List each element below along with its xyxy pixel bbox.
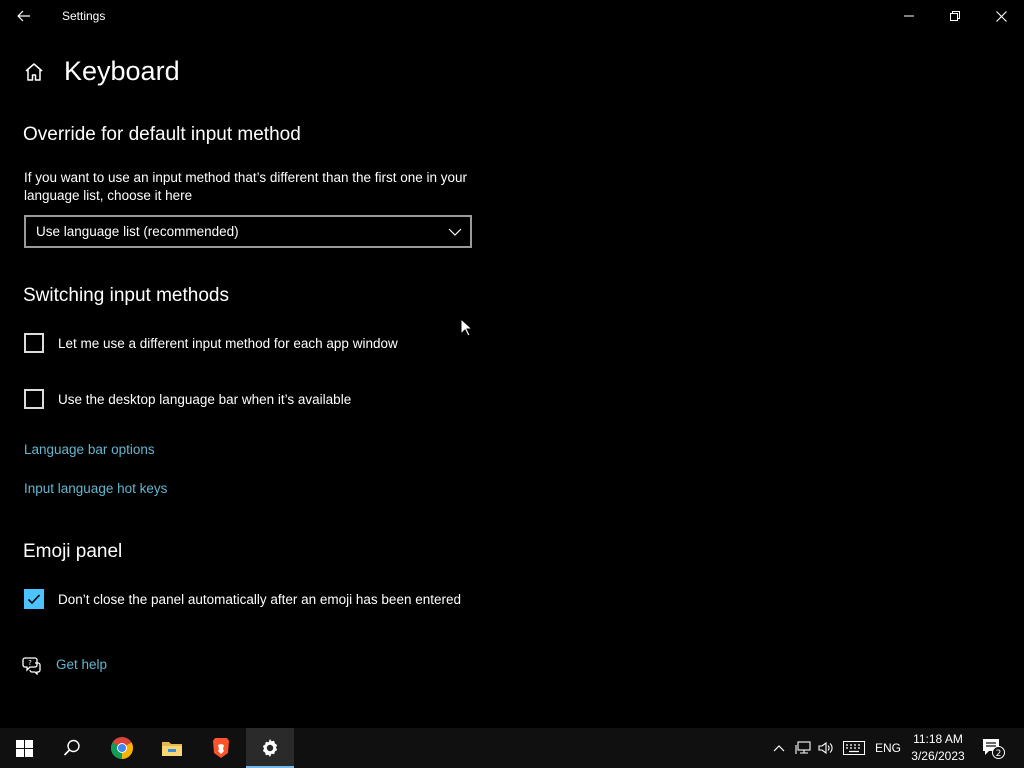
get-help-icon[interactable]: ? — [22, 655, 42, 676]
override-section-title: Override for default input method — [23, 124, 301, 145]
per-app-input-checkbox-row[interactable]: Let me use a different input method for … — [24, 332, 398, 354]
keyboard-icon — [843, 741, 865, 755]
network-icon — [795, 741, 811, 754]
chrome-icon — [111, 737, 133, 759]
svg-text:?: ? — [28, 659, 32, 667]
windows-start-icon — [15, 739, 33, 757]
language-bar-checkbox-row[interactable]: Use the desktop language bar when it’s a… — [24, 388, 351, 410]
emoji-panel-label: Don’t close the panel automatically afte… — [58, 591, 461, 607]
brave-icon — [213, 738, 229, 758]
notification-count: 2 — [996, 749, 1002, 759]
chevron-up-icon — [773, 745, 785, 752]
override-description: If you want to use an input method that’… — [24, 170, 468, 203]
chevron-down-icon — [448, 228, 462, 236]
minimize-button[interactable] — [886, 0, 932, 32]
taskbar-brave-button[interactable] — [197, 728, 245, 768]
dropdown-selected-value: Use language list (recommended) — [36, 224, 239, 239]
action-center-button[interactable]: 2 — [978, 728, 1008, 768]
emoji-section-title: Emoji panel — [23, 541, 123, 562]
input-method-dropdown[interactable]: Use language list (recommended) — [24, 215, 472, 248]
speaker-icon — [818, 741, 833, 755]
taskbar-search-button[interactable] — [48, 728, 96, 768]
minimize-icon — [904, 15, 914, 17]
checkmark-icon — [27, 594, 41, 605]
close-icon — [995, 10, 1007, 22]
window-title: Settings — [62, 9, 106, 23]
emoji-panel-checkbox[interactable] — [24, 589, 44, 609]
restore-icon — [950, 11, 960, 21]
volume-tray-button[interactable] — [816, 728, 836, 768]
language-bar-checkbox[interactable] — [24, 389, 44, 409]
restore-button[interactable] — [932, 0, 978, 32]
mouse-cursor-icon — [460, 318, 472, 337]
page-title: Keyboard — [64, 56, 180, 86]
emoji-panel-checkbox-row[interactable]: Don’t close the panel automatically afte… — [24, 588, 461, 610]
taskbar: ENG 11:18 AM 3/26/2023 2 — [0, 728, 1024, 768]
input-language-hotkeys-link[interactable]: Input language hot keys — [24, 481, 167, 496]
taskbar-settings-button[interactable] — [246, 728, 294, 768]
language-bar-label: Use the desktop language bar when it’s a… — [58, 391, 352, 407]
title-bar: Settings — [0, 0, 1024, 32]
per-app-input-checkbox[interactable] — [24, 333, 44, 353]
back-arrow-icon — [17, 10, 30, 22]
tray-clock[interactable]: 11:18 AM 3/26/2023 — [904, 731, 972, 765]
back-button[interactable] — [8, 2, 40, 30]
touch-keyboard-button[interactable] — [842, 728, 866, 768]
file-explorer-icon — [162, 742, 182, 756]
clock-time: 11:18 AM — [913, 732, 963, 746]
clock-date: 3/26/2023 — [911, 749, 965, 763]
input-language-indicator[interactable]: ENG — [872, 728, 904, 768]
get-help-link[interactable]: Get help — [56, 657, 107, 672]
network-tray-button[interactable] — [793, 728, 813, 768]
per-app-input-label: Let me use a different input method for … — [58, 335, 398, 351]
search-icon — [63, 739, 80, 756]
start-button[interactable] — [0, 728, 48, 768]
show-hidden-icons-button[interactable] — [770, 728, 788, 768]
taskbar-chrome-button[interactable] — [98, 728, 146, 768]
home-icon[interactable] — [22, 60, 46, 84]
notification-icon: 2 — [983, 739, 1005, 759]
language-bar-options-link[interactable]: Language bar options — [24, 442, 155, 457]
switching-section-title: Switching input methods — [23, 285, 229, 306]
taskbar-file-explorer-button[interactable] — [148, 728, 196, 768]
close-button[interactable] — [978, 0, 1024, 32]
settings-gear-icon — [262, 739, 278, 757]
